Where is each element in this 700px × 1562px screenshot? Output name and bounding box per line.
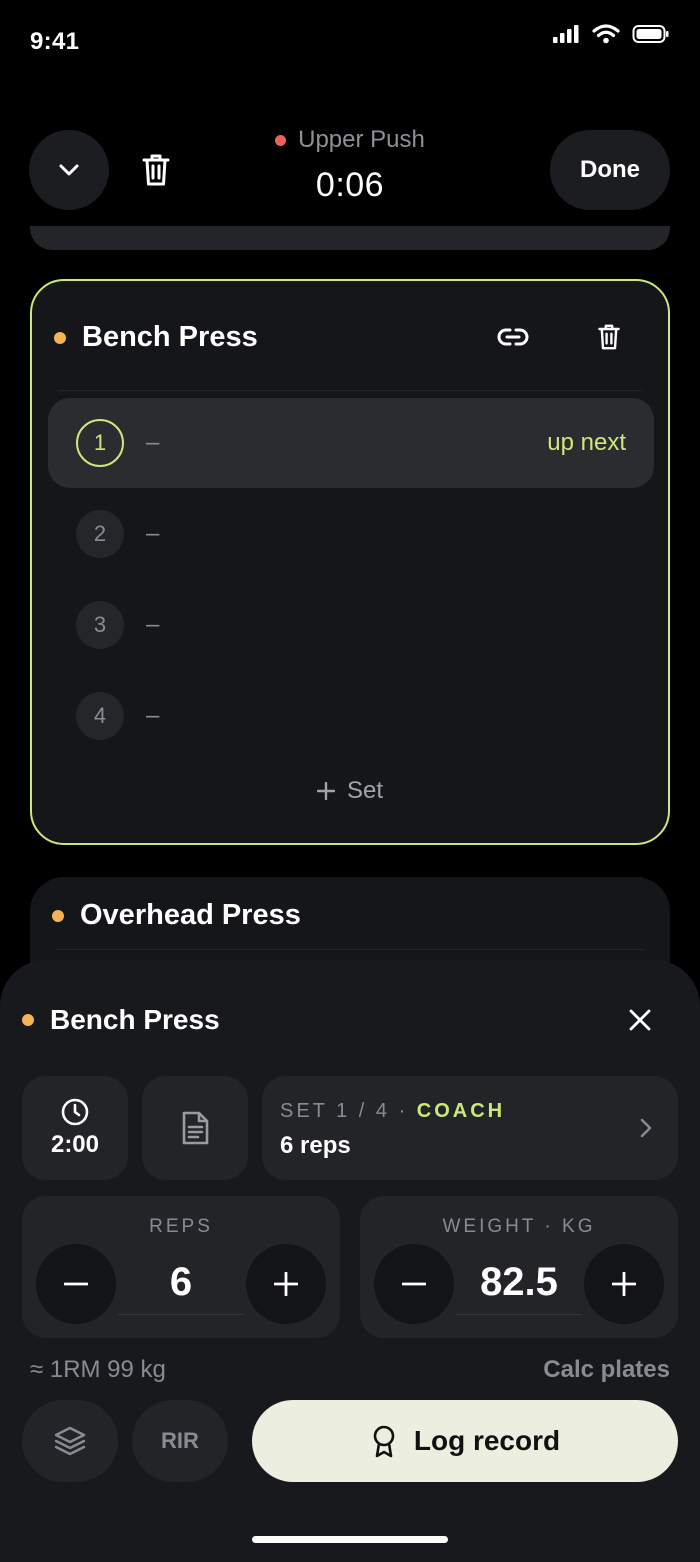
exercise-dot (52, 909, 64, 922)
coach-tag: COACH (416, 1100, 506, 1122)
exercise-card-active[interactable]: Bench Press 1 – up next 2 – 3 – 4 – Set (30, 279, 670, 845)
sheet-title-row: Bench Press (22, 1004, 220, 1036)
elapsed-timer: 0:06 (315, 166, 385, 204)
reps-increment-button[interactable] (246, 1244, 326, 1324)
add-set-label: Set (346, 777, 384, 804)
divider (56, 949, 644, 950)
rir-button[interactable]: RIR (132, 1400, 228, 1482)
add-set-button[interactable]: Set (32, 777, 668, 805)
close-sheet-button[interactable] (626, 1006, 654, 1034)
plus-icon (274, 1272, 298, 1296)
workout-header: Upper Push 0:06 (200, 126, 500, 205)
set-row[interactable]: 3 – (48, 580, 654, 670)
weight-label: WEIGHT · KG (442, 1216, 596, 1237)
set-info: SET 1 / 4 · (280, 1100, 417, 1122)
delete-workout-button[interactable] (136, 148, 176, 192)
clock-icon (61, 1098, 89, 1126)
set-row[interactable]: 4 – (48, 671, 654, 761)
cellular-signal-icon (553, 25, 579, 43)
status-icons (552, 24, 670, 44)
log-record-label: Log record (413, 1425, 561, 1456)
chevron-right-icon (640, 1118, 652, 1138)
rest-timer-tile[interactable]: 2:00 (22, 1076, 128, 1180)
set-value: – (146, 520, 160, 547)
exercise-title: Bench Press (82, 321, 258, 353)
set-target-tile[interactable]: SET 1 / 4 · COACH 6 reps (262, 1076, 678, 1180)
chevron-down-icon (59, 164, 79, 176)
set-row[interactable]: 1 – up next (48, 398, 654, 488)
divider (58, 390, 642, 391)
set-value: – (146, 702, 160, 729)
set-number: 3 (76, 601, 124, 649)
trash-icon (142, 154, 170, 186)
superset-link-button[interactable] (496, 323, 530, 351)
previous-card-edge (30, 226, 670, 250)
battery-icon (632, 25, 669, 43)
reps-label: REPS (149, 1216, 213, 1237)
status-bar: 9:41 (0, 0, 700, 84)
rest-timer-value: 2:00 (50, 1131, 100, 1158)
minus-icon (402, 1282, 426, 1286)
done-button[interactable]: Done (550, 130, 670, 210)
log-record-button[interactable]: Log record (252, 1400, 678, 1482)
layers-icon (54, 1426, 86, 1456)
sheet-title: Bench Press (50, 1004, 220, 1035)
recording-indicator (275, 134, 287, 146)
award-icon (373, 1425, 395, 1458)
workout-name-row: Upper Push (200, 126, 500, 154)
exercise-title-row: Overhead Press (52, 899, 301, 932)
weight-increment-button[interactable] (584, 1244, 664, 1324)
weight-underline (456, 1314, 582, 1315)
note-icon (182, 1111, 209, 1145)
one-rep-max-estimate: ≈ 1RM 99 kg (30, 1356, 166, 1383)
set-value: – (146, 429, 160, 456)
delete-exercise-button[interactable] (592, 319, 626, 355)
reps-stepper: REPS 6 (22, 1196, 340, 1338)
exercise-dot (54, 331, 66, 344)
exercise-dot (22, 1014, 34, 1026)
weight-value[interactable]: 82.5 (456, 1260, 582, 1305)
close-icon (629, 1009, 651, 1031)
reps-underline (118, 1314, 244, 1315)
exercise-title-row: Bench Press (54, 321, 258, 354)
minus-icon (64, 1282, 88, 1286)
weight-decrement-button[interactable] (374, 1244, 454, 1324)
link-icon (497, 328, 529, 346)
up-next-label: up next (547, 429, 626, 456)
set-number: 2 (76, 510, 124, 558)
set-row[interactable]: 2 – (48, 489, 654, 579)
exercise-title: Overhead Press (80, 899, 301, 931)
log-set-sheet: Bench Press 2:00 SET 1 / 4 · COACH 6 rep… (0, 960, 700, 1562)
set-number: 4 (76, 692, 124, 740)
collapse-button[interactable] (29, 130, 109, 210)
home-indicator (252, 1536, 448, 1543)
set-number: 1 (76, 419, 124, 467)
set-progress-label: SET 1 / 4 · COACH (280, 1100, 505, 1123)
reps-value[interactable]: 6 (118, 1260, 244, 1305)
plus-icon (612, 1272, 636, 1296)
status-time: 9:41 (30, 28, 80, 55)
set-type-button[interactable] (22, 1400, 118, 1482)
plus-icon (316, 782, 335, 800)
weight-stepper: WEIGHT · KG 82.5 (360, 1196, 678, 1338)
calc-plates-link[interactable]: Calc plates (543, 1356, 670, 1384)
wifi-icon (592, 24, 620, 44)
notes-tile[interactable] (142, 1076, 248, 1180)
reps-decrement-button[interactable] (36, 1244, 116, 1324)
workout-name: Upper Push (298, 126, 425, 153)
target-reps: 6 reps (280, 1132, 351, 1159)
set-value: – (146, 611, 160, 638)
trash-icon (598, 324, 620, 350)
